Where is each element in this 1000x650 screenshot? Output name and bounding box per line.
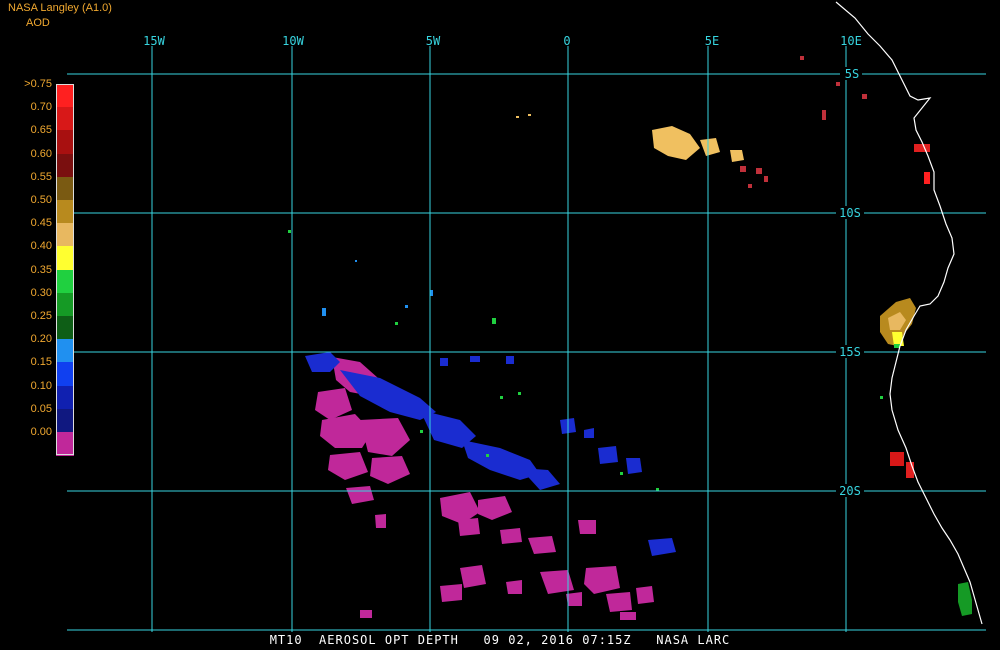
colorbar-label: 0.25: [30, 310, 52, 322]
lon-label: 0: [563, 34, 570, 48]
map-caption: MT10 AEROSOL OPT DEPTH 09 02, 2016 07:15…: [269, 633, 731, 647]
colorbar-label: 0.15: [30, 356, 52, 369]
colorbar-label: 0.65: [30, 124, 52, 137]
lon-label: 10E: [840, 34, 862, 48]
aod-map: 15W 10W 5W 0 5E 10E 5S 10S 15S 20S: [0, 0, 1000, 650]
lat-label: 5S: [845, 67, 859, 81]
source-label: NASA Langley (A1.0): [8, 2, 112, 14]
colorbar-label: 0.45: [30, 217, 52, 230]
lon-label: 5E: [705, 34, 719, 48]
colorbar-label: 0.50: [30, 194, 52, 206]
lat-label: 20S: [839, 484, 861, 498]
colorbar-label: 0.70: [30, 101, 52, 114]
colorbar-label: 0.10: [30, 379, 52, 392]
colorbar-label: 0.60: [30, 147, 52, 160]
lon-label: 15W: [143, 34, 165, 48]
product-label: AOD: [26, 17, 50, 29]
colorbar-label: 0.00: [30, 426, 52, 438]
lon-label: 10W: [282, 34, 304, 48]
colorbar-label: 0.30: [30, 286, 52, 299]
lat-label: 15S: [839, 345, 861, 359]
colorbar-label: 0.35: [30, 263, 52, 276]
lat-label: 10S: [839, 206, 861, 220]
colorbar-label: 0.20: [30, 333, 52, 346]
colorbar-label: 0.55: [30, 170, 52, 183]
colorbar-frame: [56, 84, 74, 456]
lon-label: 5W: [426, 34, 441, 48]
colorbar-label: >0.75: [24, 78, 52, 90]
colorbar-label: 0.40: [30, 240, 52, 253]
colorbar-label: 0.05: [30, 402, 52, 415]
